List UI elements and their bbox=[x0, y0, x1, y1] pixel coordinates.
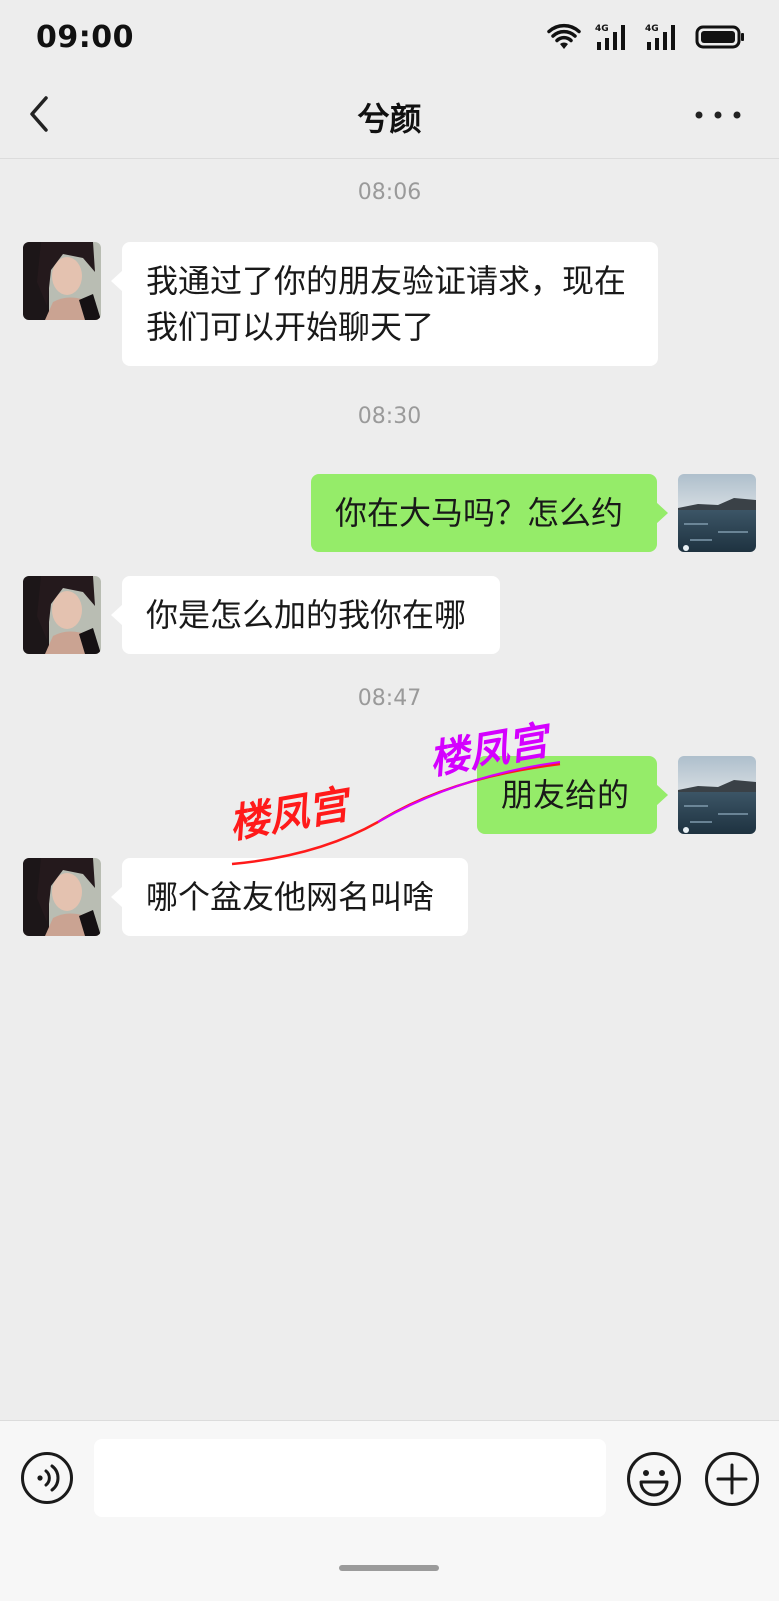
chat-title: 兮颜 bbox=[357, 100, 422, 138]
wifi-icon bbox=[547, 23, 581, 49]
message-input[interactable] bbox=[94, 1439, 606, 1517]
voice-icon bbox=[21, 1452, 73, 1504]
home-indicator[interactable] bbox=[339, 1565, 439, 1571]
timestamp: 08:47 bbox=[357, 686, 422, 711]
contact-avatar[interactable] bbox=[23, 858, 101, 936]
signal-4g-icon: 4G bbox=[595, 24, 625, 50]
timestamp: 08:30 bbox=[357, 404, 422, 429]
signal-4g-icon: 4G bbox=[645, 24, 675, 50]
contact-avatar[interactable] bbox=[23, 242, 101, 320]
status-icons: 4G 4G bbox=[547, 22, 745, 52]
contact-avatar[interactable] bbox=[23, 576, 101, 654]
status-bar: 09:00 4G 4G bbox=[0, 0, 779, 80]
voice-button[interactable] bbox=[20, 1451, 74, 1505]
message-bubble-received[interactable]: 我通过了你的朋友验证请求，现在我们可以开始聊天了 bbox=[111, 242, 658, 366]
more-functions-button[interactable] bbox=[704, 1451, 760, 1507]
message-bubble-received[interactable]: 哪个盆友他网名叫啥 bbox=[111, 858, 468, 936]
status-time: 09:00 bbox=[36, 20, 134, 55]
network-label-1: 4G bbox=[595, 24, 609, 34]
chat-area[interactable]: 08:06 我通过了你的朋友验证请求，现在我们可以开始聊天了 08:30 你在大… bbox=[0, 158, 779, 1420]
input-bar bbox=[0, 1420, 779, 1601]
plus-icon bbox=[705, 1452, 759, 1506]
message-bubble-received[interactable]: 你是怎么加的我你在哪 bbox=[111, 576, 500, 654]
battery-icon bbox=[695, 25, 744, 49]
message-bubble-sent[interactable]: 你在大马吗？怎么约 bbox=[311, 474, 668, 552]
timestamp: 08:06 bbox=[357, 180, 422, 205]
emoji-button[interactable] bbox=[626, 1451, 682, 1507]
emoji-icon bbox=[627, 1452, 681, 1506]
nav-bar: 兮颜 bbox=[0, 72, 779, 159]
user-avatar[interactable] bbox=[678, 756, 756, 834]
more-dots-icon bbox=[695, 111, 741, 119]
user-avatar[interactable] bbox=[678, 474, 756, 552]
message-bubble-sent[interactable]: 朋友给的 bbox=[477, 756, 668, 834]
network-label-2: 4G bbox=[645, 24, 659, 34]
more-options-button[interactable] bbox=[691, 100, 745, 130]
